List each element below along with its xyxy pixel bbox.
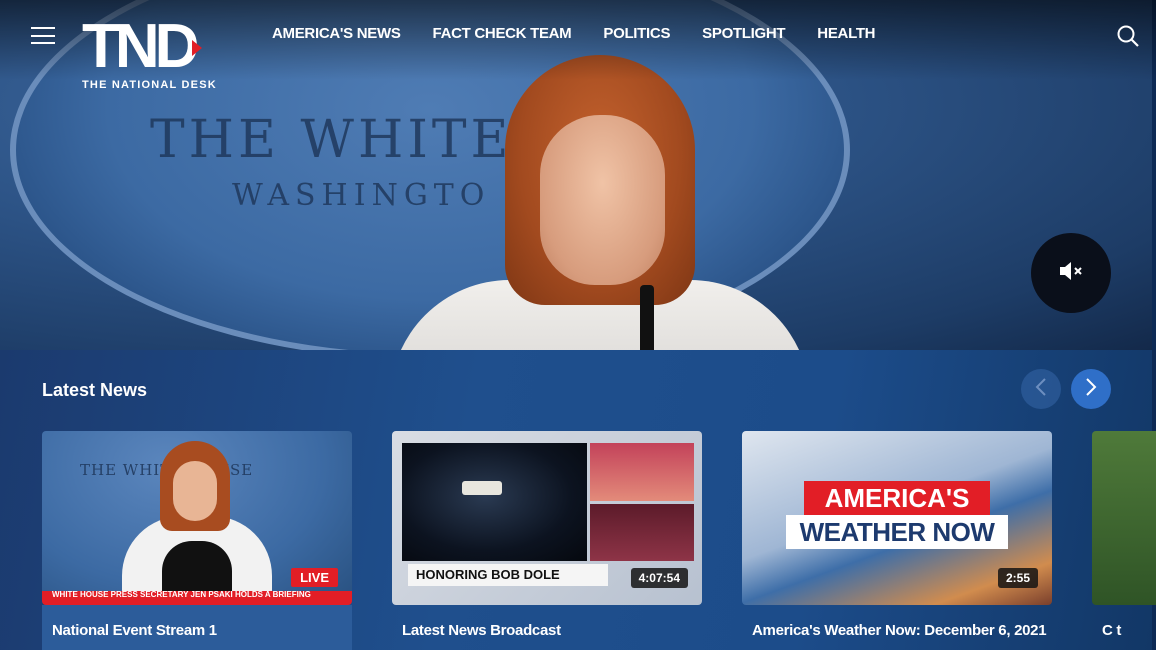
logo-play-arrow-icon [192, 40, 202, 56]
video-thumbnail[interactable]: AMERICA'S WEATHER NOW 2:55 [742, 431, 1052, 605]
nav-spotlight[interactable]: SPOTLIGHT [702, 25, 785, 42]
chevron-left-icon [1035, 377, 1047, 402]
lower-third-text: WHITE HOUSE PRESS SECRETARY JEN PSAKI HO… [52, 590, 311, 599]
nav-politics[interactable]: POLITICS [603, 25, 670, 42]
main-nav: AMERICA'S NEWS FACT CHECK TEAM POLITICS … [272, 25, 876, 42]
video-thumbnail[interactable]: THE WHITE HOUSE WHITE HOUSE PRESS SECRET… [42, 431, 352, 605]
section-title: Latest News [42, 380, 148, 400]
thumbnail-word1: AMERICA'S [804, 481, 990, 515]
video-card[interactable]: AMERICA'S WEATHER NOW 2:55 America's Wea… [742, 431, 1052, 650]
nav-fact-check-team[interactable]: FACT CHECK TEAM [433, 25, 572, 42]
video-card[interactable]: C t [1092, 431, 1156, 650]
thumbnail-tag: HONORING BOB DOLE [408, 564, 608, 586]
carousel-next-button[interactable] [1071, 369, 1111, 409]
logo-mark: TND [82, 12, 199, 81]
search-icon[interactable] [1116, 24, 1140, 48]
video-title[interactable]: C t [1092, 622, 1156, 640]
latest-news-section: Latest News THE WHITE HOUSE WHITE HOUSE … [0, 350, 1156, 650]
video-card[interactable]: THE WHITE HOUSE WHITE HOUSE PRESS SECRET… [42, 431, 352, 650]
thumbnail-word2: WEATHER NOW [786, 515, 1008, 549]
video-title[interactable]: America's Weather Now: December 6, 2021 [742, 622, 1052, 640]
site-logo[interactable]: TND THE NATIONAL DESK [82, 12, 228, 94]
logo-subtitle: THE NATIONAL DESK [82, 79, 217, 91]
video-title[interactable]: Latest News Broadcast [392, 622, 702, 640]
nav-health[interactable]: HEALTH [817, 25, 875, 42]
nav-americas-news[interactable]: AMERICA'S NEWS [272, 25, 401, 42]
video-thumbnail[interactable]: HONORING BOB DOLE 4:07:54 [392, 431, 702, 605]
mute-button[interactable] [1031, 233, 1111, 313]
page: THE WHITE H WASHINGTO TND THE NATIONAL D… [0, 0, 1156, 650]
speaker-figure [390, 55, 810, 350]
hamburger-menu-icon[interactable] [31, 27, 55, 44]
duration-badge: 2:55 [997, 568, 1038, 588]
live-badge: LIVE [291, 568, 338, 587]
muted-speaker-icon [1058, 260, 1084, 287]
chevron-right-icon [1085, 377, 1097, 402]
video-title[interactable]: National Event Stream 1 [42, 605, 352, 650]
duration-badge: 4:07:54 [630, 568, 688, 588]
video-thumbnail[interactable] [1092, 431, 1156, 605]
site-header: TND THE NATIONAL DESK AMERICA'S NEWS FAC… [0, 0, 1156, 91]
carousel-prev-button[interactable] [1021, 369, 1061, 409]
video-card[interactable]: HONORING BOB DOLE 4:07:54 Latest News Br… [392, 431, 702, 650]
